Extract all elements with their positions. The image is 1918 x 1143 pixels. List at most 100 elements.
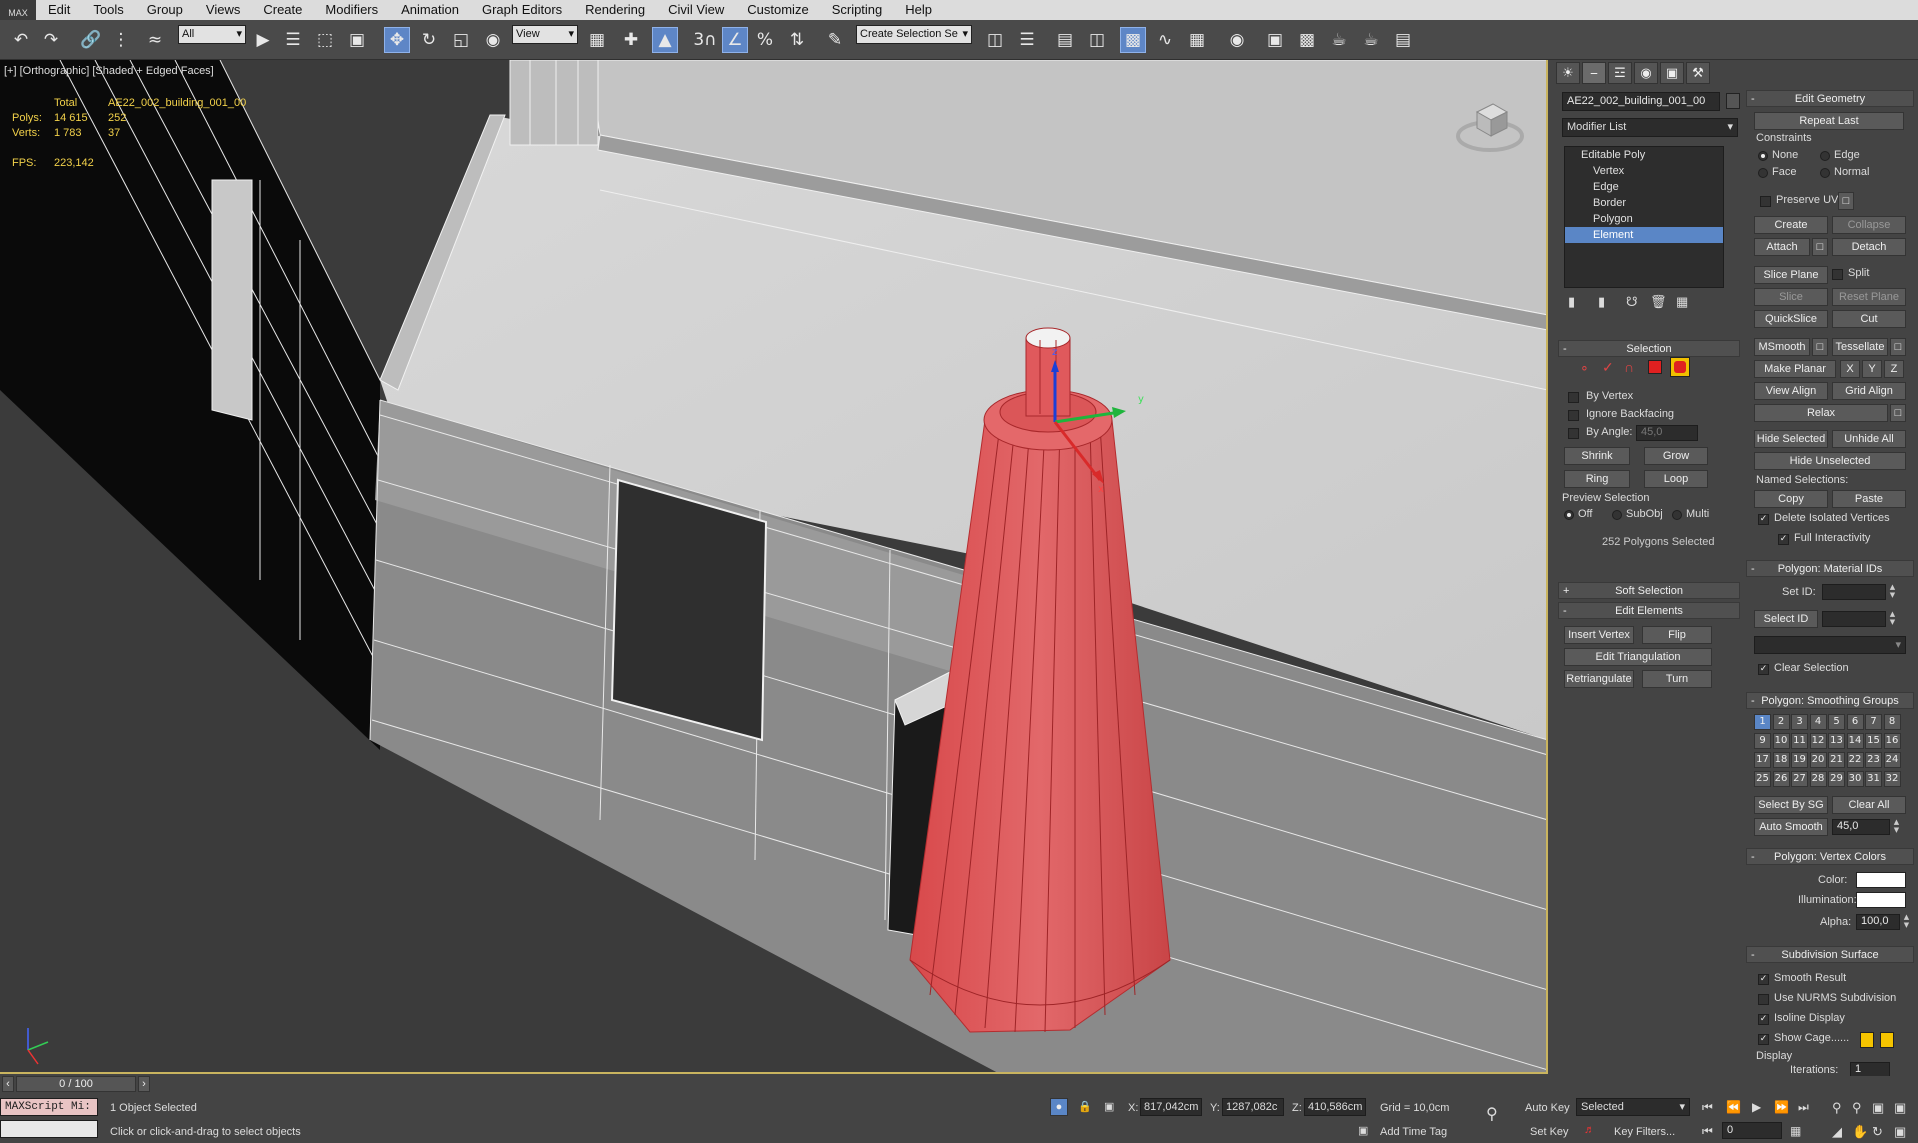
toggle-ribbon-icon[interactable]: ▩ [1120, 27, 1146, 53]
planar-x-button[interactable]: X [1840, 360, 1860, 378]
material-name-dropdown[interactable] [1754, 636, 1906, 654]
smoothing-group-26[interactable]: 26 [1772, 771, 1790, 787]
set-id-spinner-icon[interactable]: ▲ ▼ [1888, 583, 1897, 601]
goto-end-icon[interactable]: ⏭ [1798, 1100, 1809, 1115]
iterations-field[interactable]: 1 [1850, 1062, 1890, 1077]
stack-item-edge[interactable]: Edge [1565, 179, 1723, 195]
layer-explorer-icon[interactable]: ◫ [1084, 27, 1110, 53]
percent-snap-icon[interactable]: % [752, 27, 778, 53]
pin-stack-icon[interactable]: ▮ [1568, 294, 1575, 310]
insert-vertex-button[interactable]: Insert Vertex [1564, 626, 1634, 644]
orbit-icon[interactable]: ↻ [1872, 1124, 1883, 1140]
maxscript-input[interactable] [0, 1120, 98, 1138]
smoothing-group-11[interactable]: 11 [1791, 733, 1808, 749]
ignore-backfacing-checkbox[interactable] [1568, 410, 1579, 421]
clear-all-button[interactable]: Clear All [1832, 796, 1906, 814]
planar-z-button[interactable]: Z [1884, 360, 1904, 378]
select-and-place-icon[interactable]: ◉ [480, 27, 506, 53]
spinner-snap-icon[interactable]: ⇅ [784, 27, 810, 53]
mirror-icon[interactable]: ◫ [982, 27, 1008, 53]
show-cage-checkbox[interactable]: ✓ [1758, 1034, 1769, 1045]
smoothing-group-23[interactable]: 23 [1865, 752, 1882, 768]
menu-tools[interactable]: Tools [81, 0, 134, 20]
smoothing-group-29[interactable]: 29 [1828, 771, 1845, 787]
stack-item-polygon[interactable]: Polygon [1565, 211, 1723, 227]
show-end-result-icon[interactable]: ▮ [1598, 294, 1605, 310]
pan-icon[interactable]: ✋ [1852, 1124, 1868, 1140]
border-level-icon[interactable]: ∩ [1624, 359, 1634, 375]
smoothing-group-4[interactable]: 4 [1809, 714, 1827, 730]
clear-selection-checkbox[interactable]: ✓ [1758, 664, 1769, 675]
split-checkbox[interactable] [1832, 269, 1843, 280]
smoothing-group-30[interactable]: 30 [1846, 771, 1864, 787]
slice-plane-button[interactable]: Slice Plane [1754, 266, 1828, 284]
preview-off-radio[interactable] [1564, 510, 1574, 520]
viewport-orthographic[interactable]: z y x [+] [Orthographic] [Shaded + Edged… [0, 60, 1548, 1074]
stack-item-border[interactable]: Border [1565, 195, 1723, 211]
isolate-selection-icon[interactable]: ● [1050, 1098, 1068, 1116]
display-tab-icon[interactable]: ▣ [1660, 62, 1684, 84]
by-angle-field[interactable]: 45,0 [1636, 425, 1698, 441]
smoothing-group-8[interactable]: 8 [1883, 714, 1901, 730]
edit-geometry-rollout-header[interactable]: - Edit Geometry [1746, 90, 1914, 107]
hide-unselected-button[interactable]: Hide Unselected [1754, 452, 1906, 470]
menu-edit[interactable]: Edit [36, 0, 81, 20]
smoothing-group-18[interactable]: 18 [1772, 752, 1790, 768]
smoothing-groups-rollout-header[interactable]: - Polygon: Smoothing Groups [1746, 692, 1914, 709]
select-and-scale-icon[interactable]: ◱ [448, 27, 474, 53]
smoothing-group-2[interactable]: 2 [1772, 714, 1790, 730]
subdivision-rollout-header[interactable]: - Subdivision Surface [1746, 946, 1914, 963]
undo-icon[interactable]: ↶ [8, 27, 34, 53]
viewport-label[interactable]: [+] [Orthographic] [Shaded + Edged Faces… [4, 65, 214, 77]
smoothing-group-24[interactable]: 24 [1883, 752, 1901, 768]
loop-button[interactable]: Loop [1644, 470, 1708, 488]
preview-subobj-radio[interactable] [1612, 510, 1622, 520]
by-vertex-checkbox[interactable] [1568, 392, 1579, 403]
keyboard-shortcut-override-icon[interactable]: ▲ [652, 27, 678, 53]
detach-button[interactable]: Detach [1832, 238, 1906, 256]
preserve-uvs-checkbox[interactable] [1760, 196, 1771, 207]
z-coordinate-field[interactable]: 410,586cm [1304, 1098, 1366, 1116]
menu-scripting[interactable]: Scripting [820, 0, 894, 20]
window-crossing-icon[interactable]: ▣ [344, 27, 370, 53]
material-ids-rollout-header[interactable]: - Polygon: Material IDs [1746, 560, 1914, 577]
slice-button[interactable]: Slice [1754, 288, 1828, 306]
menu-civil-view[interactable]: Civil View [656, 0, 735, 20]
material-editor-icon[interactable]: ◉ [1224, 27, 1250, 53]
retriangulate-button[interactable]: Retriangulate [1564, 670, 1634, 688]
edit-triangulation-button[interactable]: Edit Triangulation [1564, 648, 1712, 666]
paste-button[interactable]: Paste [1832, 490, 1906, 508]
constraint-face-radio[interactable] [1758, 168, 1768, 178]
smoothing-group-15[interactable]: 15 [1865, 733, 1882, 749]
key-filters-button[interactable]: Key Filters... [1614, 1126, 1675, 1138]
cut-button[interactable]: Cut [1832, 310, 1906, 328]
play-icon[interactable]: ▶ [1752, 1100, 1761, 1114]
redo-icon[interactable]: ↷ [38, 27, 64, 53]
named-selection-dropdown[interactable]: Create Selection Se [856, 25, 972, 44]
time-tag-icon[interactable]: ▣ [1358, 1124, 1368, 1137]
set-key-button[interactable]: Set Key [1530, 1126, 1569, 1138]
relax-button[interactable]: Relax [1754, 404, 1888, 422]
key-icon[interactable]: ⚲ [1486, 1104, 1498, 1124]
field-of-view-icon[interactable]: ◢ [1832, 1124, 1842, 1140]
angle-snap-icon[interactable]: ∠ [722, 27, 748, 53]
menu-modifiers[interactable]: Modifiers [313, 0, 389, 20]
smoothing-group-17[interactable]: 17 [1754, 752, 1771, 768]
quickslice-button[interactable]: QuickSlice [1754, 310, 1828, 328]
make-planar-button[interactable]: Make Planar [1754, 360, 1836, 378]
select-and-move-icon[interactable]: ✥ [384, 27, 410, 53]
rectangular-selection-icon[interactable]: ⬚ [312, 27, 338, 53]
smoothing-group-14[interactable]: 14 [1846, 733, 1864, 749]
x-coordinate-field[interactable]: 817,042cm [1140, 1098, 1202, 1116]
select-and-link-icon[interactable]: 🔗 [78, 27, 104, 53]
smoothing-group-16[interactable]: 16 [1883, 733, 1901, 749]
smoothing-group-12[interactable]: 12 [1809, 733, 1827, 749]
zoom-all-icon[interactable]: ⚲ [1852, 1100, 1862, 1116]
goto-start-icon[interactable]: ⏮ [1702, 1100, 1713, 1115]
time-slider[interactable]: 0 / 100 [16, 1076, 136, 1092]
msmooth-settings-button[interactable]: □ [1812, 338, 1828, 356]
smoothing-group-10[interactable]: 10 [1772, 733, 1790, 749]
menu-create[interactable]: Create [251, 0, 313, 20]
smoothing-group-5[interactable]: 5 [1828, 714, 1845, 730]
menu-graph-editors[interactable]: Graph Editors [470, 0, 573, 20]
